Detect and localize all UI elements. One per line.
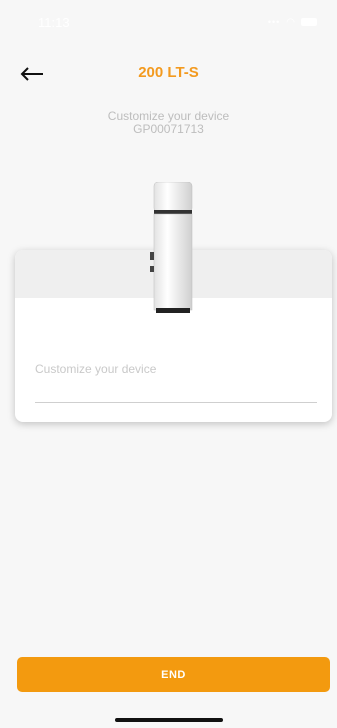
device-name-input[interactable] — [35, 378, 317, 403]
battery-icon — [301, 18, 317, 26]
device-code: GP00071713 — [133, 122, 204, 136]
device-name-label: Customize your device — [35, 362, 157, 376]
home-indicator — [115, 718, 223, 722]
end-button[interactable]: END — [17, 657, 330, 692]
device-image — [150, 182, 193, 313]
status-time: 11:13 — [38, 14, 70, 30]
page-title: 200 LT-S — [138, 64, 199, 81]
status-icons: ••• ◠ — [268, 17, 317, 28]
page-subtitle: Customize your device GP00071713 — [0, 110, 337, 136]
signal-icon: ••• — [267, 17, 281, 27]
status-bar: 11:13 ••• ◠ — [0, 0, 337, 44]
wifi-icon: ◠ — [286, 16, 295, 28]
